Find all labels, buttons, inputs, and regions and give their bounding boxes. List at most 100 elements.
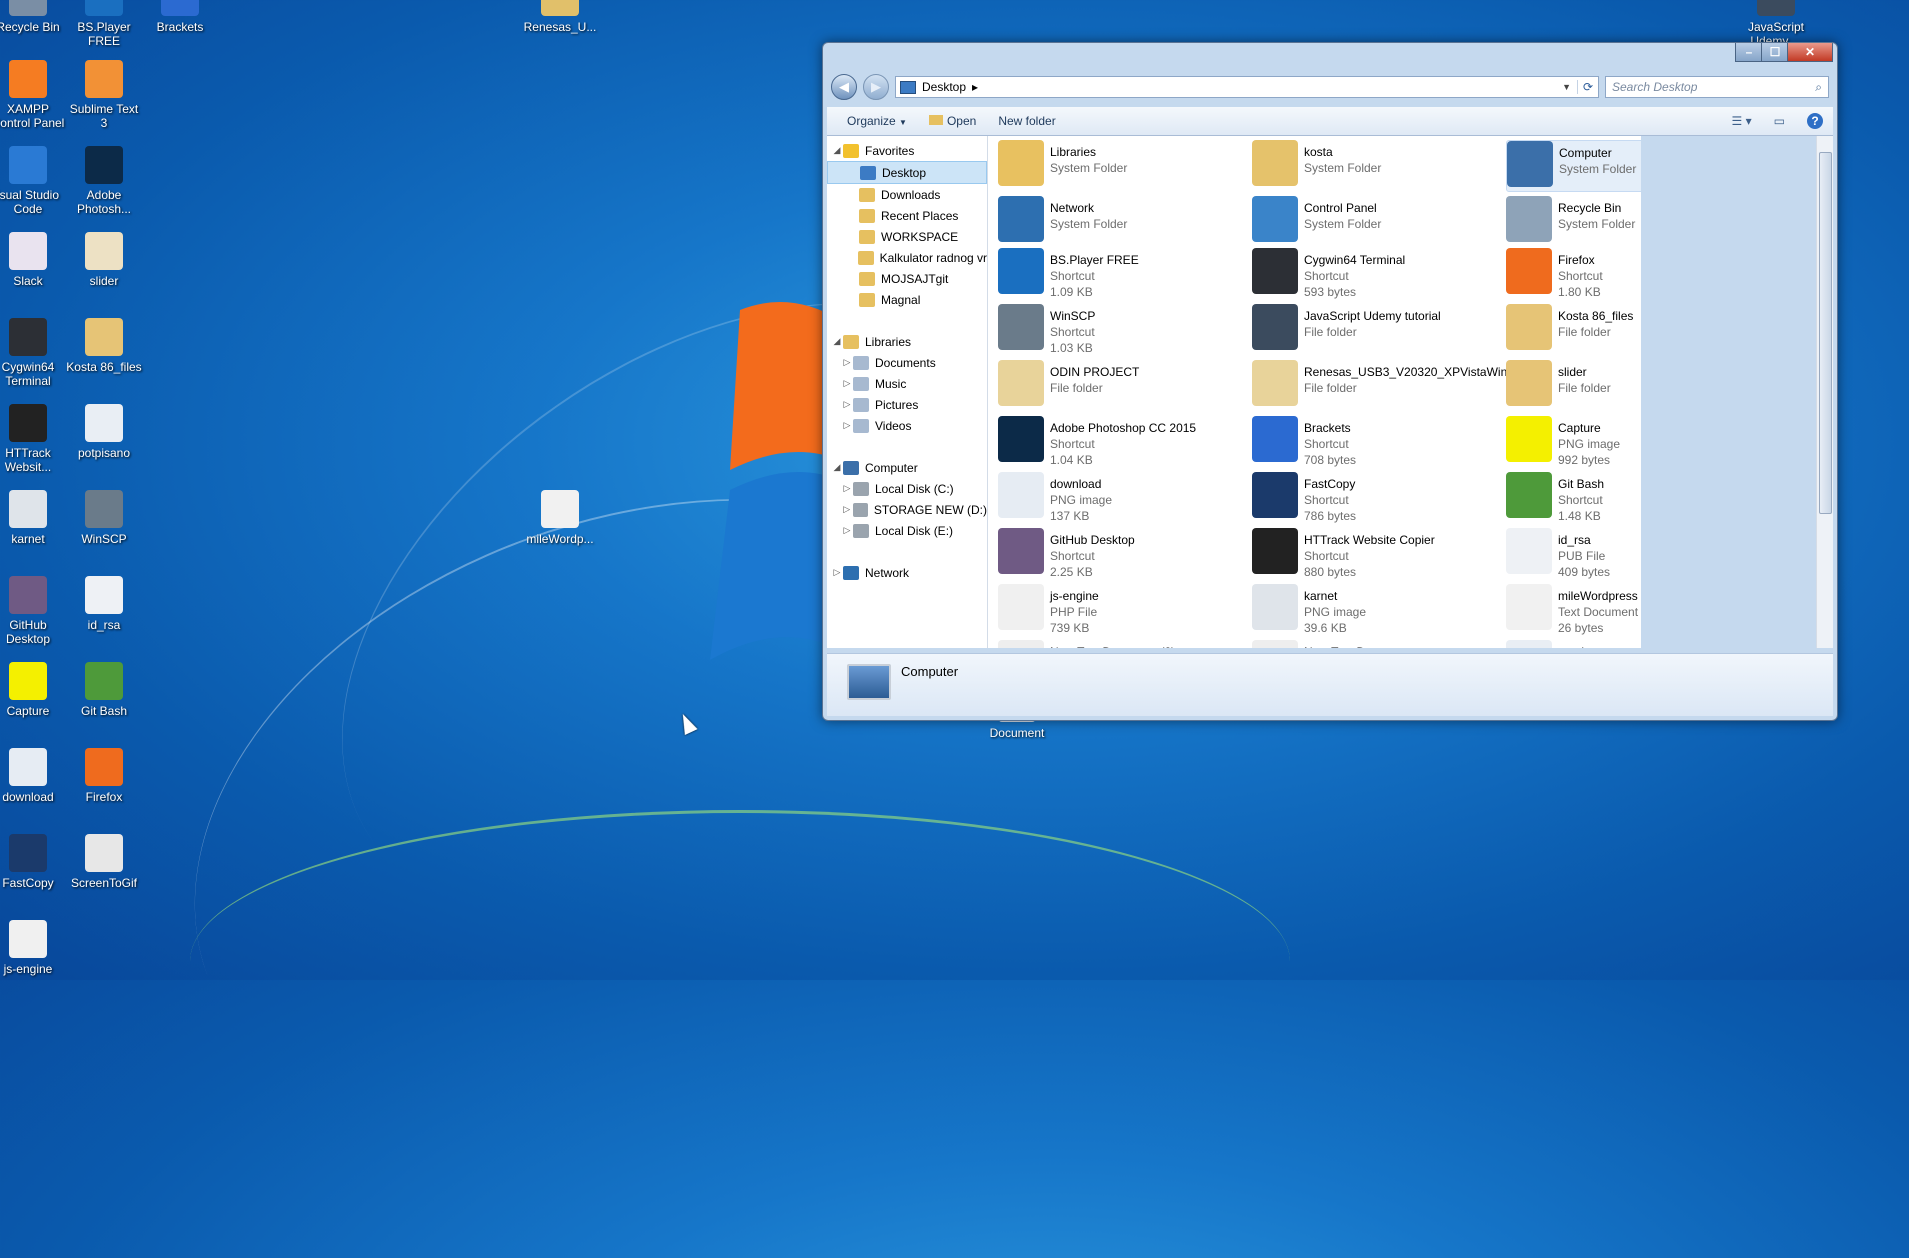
expand-arrow-icon[interactable]: ◢: [831, 462, 843, 473]
file-item-new-text-document[interactable]: New Text Document: [1252, 640, 1502, 648]
file-item-kosta[interactable]: kosta System Folder: [1252, 140, 1502, 190]
open-button[interactable]: Open: [928, 114, 976, 128]
desktop-icon-renesas-u[interactable]: Renesas_U...: [522, 0, 598, 34]
desktop-icon-recycle-bin[interactable]: Recycle Bin: [0, 0, 66, 34]
expand-arrow-icon[interactable]: ▷: [841, 525, 853, 536]
desktop-icon-adobe-photosh[interactable]: Adobe Photosh...: [66, 146, 142, 216]
expand-arrow-icon[interactable]: ◢: [831, 145, 843, 156]
chevron-down-icon[interactable]: ▼: [1562, 82, 1571, 92]
file-item-download[interactable]: download PNG image 137 KB: [998, 472, 1248, 523]
desktop-icon-isual-studio-code[interactable]: isual Studio Code: [0, 146, 66, 216]
desktop-icon-git-bash[interactable]: Git Bash: [66, 662, 142, 718]
file-item-recycle-bin[interactable]: Recycle Bin System Folder: [1506, 196, 1641, 246]
nav-item-fav-5[interactable]: MOJSAJTgit: [827, 268, 987, 289]
file-item-httrack-website-copier[interactable]: HTTrack Website Copier Shortcut 880 bytes: [1252, 528, 1502, 579]
desktop-icon-slider[interactable]: slider: [66, 232, 142, 288]
file-item-adobe-photoshop-cc-2015[interactable]: Adobe Photoshop CC 2015 Shortcut 1.04 KB: [998, 416, 1248, 467]
file-item-git-bash[interactable]: Git Bash Shortcut 1.48 KB: [1506, 472, 1641, 523]
new-folder-button[interactable]: New folder: [998, 114, 1055, 128]
title-bar[interactable]: [823, 43, 1837, 65]
search-input[interactable]: Search Desktop ⌕: [1605, 76, 1829, 98]
nav-item-lib-1[interactable]: ▷ Music: [827, 373, 987, 394]
nav-item-fav-3[interactable]: WORKSPACE: [827, 226, 987, 247]
minimize-button[interactable]: –: [1735, 43, 1763, 62]
file-item-cygwin64-terminal[interactable]: Cygwin64 Terminal Shortcut 593 bytes: [1252, 248, 1502, 299]
expand-arrow-icon[interactable]: ▷: [841, 378, 853, 389]
file-item-network[interactable]: Network System Folder: [998, 196, 1248, 246]
file-item-new-text-document-2[interactable]: New Text Document (2): [998, 640, 1248, 648]
nav-item-fav-1[interactable]: Downloads: [827, 184, 987, 205]
expand-arrow-icon[interactable]: ◢: [831, 336, 843, 347]
nav-item-lib-0[interactable]: ▷ Documents: [827, 352, 987, 373]
file-item-karnet[interactable]: karnet PNG image 39.6 KB: [1252, 584, 1502, 635]
expand-arrow-icon[interactable]: ▷: [841, 483, 853, 494]
desktop-icon-js-engine[interactable]: js-engine: [0, 920, 66, 976]
file-item-renesas-usb3-v20320-xpvistawin7[interactable]: Renesas_USB3_V20320_XPVistaWin7 File fold…: [1252, 360, 1514, 410]
file-item-potpisano[interactable]: potpisano: [1506, 640, 1641, 648]
desktop-icon-download[interactable]: download: [0, 748, 66, 804]
desktop-icon-winscp[interactable]: WinSCP: [66, 490, 142, 546]
back-button[interactable]: ◀: [831, 74, 857, 100]
file-item-id-rsa[interactable]: id_rsa PUB File 409 bytes: [1506, 528, 1641, 579]
desktop-icon-kosta-86-files[interactable]: Kosta 86_files: [66, 318, 142, 374]
maximize-button[interactable]: ☐: [1761, 43, 1789, 62]
file-item-odin-project[interactable]: ODIN PROJECT File folder: [998, 360, 1248, 410]
desktop-icon-brackets[interactable]: Brackets: [142, 0, 218, 34]
organize-menu[interactable]: Organize ▼: [847, 114, 907, 128]
desktop-icon-xampp-control-panel[interactable]: XAMPP Control Panel: [0, 60, 66, 130]
desktop-icon-bs-player-free[interactable]: BS.Player FREE: [66, 0, 142, 48]
close-button[interactable]: ✕: [1787, 43, 1833, 62]
expand-arrow-icon[interactable]: ▷: [841, 420, 853, 431]
file-item-control-panel[interactable]: Control Panel System Folder: [1252, 196, 1502, 246]
expand-arrow-icon[interactable]: ▷: [841, 399, 853, 410]
preview-pane-icon[interactable]: ▭: [1774, 114, 1785, 128]
desktop-icon-sublime-text-3[interactable]: Sublime Text 3: [66, 60, 142, 130]
desktop-icon-potpisano[interactable]: potpisano: [66, 404, 142, 460]
expand-arrow-icon[interactable]: ▷: [841, 357, 853, 368]
nav-item-lib-2[interactable]: ▷ Pictures: [827, 394, 987, 415]
desktop-icon-capture[interactable]: Capture: [0, 662, 66, 718]
file-item-winscp[interactable]: WinSCP Shortcut 1.03 KB: [998, 304, 1248, 355]
file-item-libraries[interactable]: Libraries System Folder: [998, 140, 1248, 190]
forward-button[interactable]: ▶: [863, 74, 889, 100]
expand-arrow-icon[interactable]: ▷: [831, 567, 843, 578]
desktop-icon-cygwin64-terminal[interactable]: Cygwin64 Terminal: [0, 318, 66, 388]
nav-item-drive-2[interactable]: ▷ Local Disk (E:): [827, 520, 987, 541]
nav-item-fav-0[interactable]: Desktop: [827, 161, 987, 184]
file-item-github-desktop[interactable]: GitHub Desktop Shortcut 2.25 KB: [998, 528, 1248, 579]
nav-item-fav-6[interactable]: Magnal: [827, 289, 987, 310]
file-item-kosta-86-files[interactable]: Kosta 86_files File folder: [1506, 304, 1641, 354]
nav-item-fav-4[interactable]: Kalkulator radnog vr: [827, 247, 987, 268]
nav-item-drive-1[interactable]: ▷ STORAGE NEW (D:): [827, 499, 987, 520]
file-item-js-engine[interactable]: js-engine PHP File 739 KB: [998, 584, 1248, 635]
nav-libraries[interactable]: ◢ Libraries: [827, 331, 987, 352]
file-item-firefox[interactable]: Firefox Shortcut 1.80 KB: [1506, 248, 1641, 299]
desktop-icon-id-rsa[interactable]: id_rsa: [66, 576, 142, 632]
desktop-icon-slack[interactable]: Slack: [0, 232, 66, 288]
nav-computer[interactable]: ◢ Computer: [827, 457, 987, 478]
desktop-icon-karnet[interactable]: karnet: [0, 490, 66, 546]
nav-item-fav-2[interactable]: Recent Places: [827, 205, 987, 226]
file-item-milewordpress[interactable]: mileWordpress Text Document 26 bytes: [1506, 584, 1641, 635]
nav-network[interactable]: ▷ Network: [827, 562, 987, 583]
desktop-icon-fastcopy[interactable]: FastCopy: [0, 834, 66, 890]
vertical-scrollbar[interactable]: [1816, 136, 1833, 648]
desktop-icon-screentogif[interactable]: ScreenToGif: [66, 834, 142, 890]
desktop-icon-github-desktop[interactable]: GitHub Desktop: [0, 576, 66, 646]
desktop-icon-firefox[interactable]: Firefox: [66, 748, 142, 804]
file-item-brackets[interactable]: Brackets Shortcut 708 bytes: [1252, 416, 1502, 467]
expand-arrow-icon[interactable]: ▷: [841, 504, 853, 515]
file-item-javascript-udemy-tutorial[interactable]: JavaScript Udemy tutorial File folder: [1252, 304, 1502, 354]
address-bar[interactable]: Desktop ▸ ▼ ⟳: [895, 76, 1599, 98]
view-options-icon[interactable]: ☰ ▾: [1732, 114, 1752, 128]
desktop-icon-milewordp[interactable]: mileWordp...: [522, 490, 598, 546]
refresh-icon[interactable]: ⟳: [1577, 80, 1598, 94]
file-item-slider[interactable]: slider File folder: [1506, 360, 1641, 410]
desktop-icon-httrack-websit[interactable]: HTTrack Websit...: [0, 404, 66, 474]
desktop-icon-javascript-udemy[interactable]: JavaScript Udemy ...: [1738, 0, 1814, 48]
nav-item-drive-0[interactable]: ▷ Local Disk (C:): [827, 478, 987, 499]
nav-item-lib-3[interactable]: ▷ Videos: [827, 415, 987, 436]
scrollbar-thumb[interactable]: [1819, 152, 1832, 514]
file-item-bs-player-free[interactable]: BS.Player FREE Shortcut 1.09 KB: [998, 248, 1248, 299]
file-item-capture[interactable]: Capture PNG image 992 bytes: [1506, 416, 1641, 467]
